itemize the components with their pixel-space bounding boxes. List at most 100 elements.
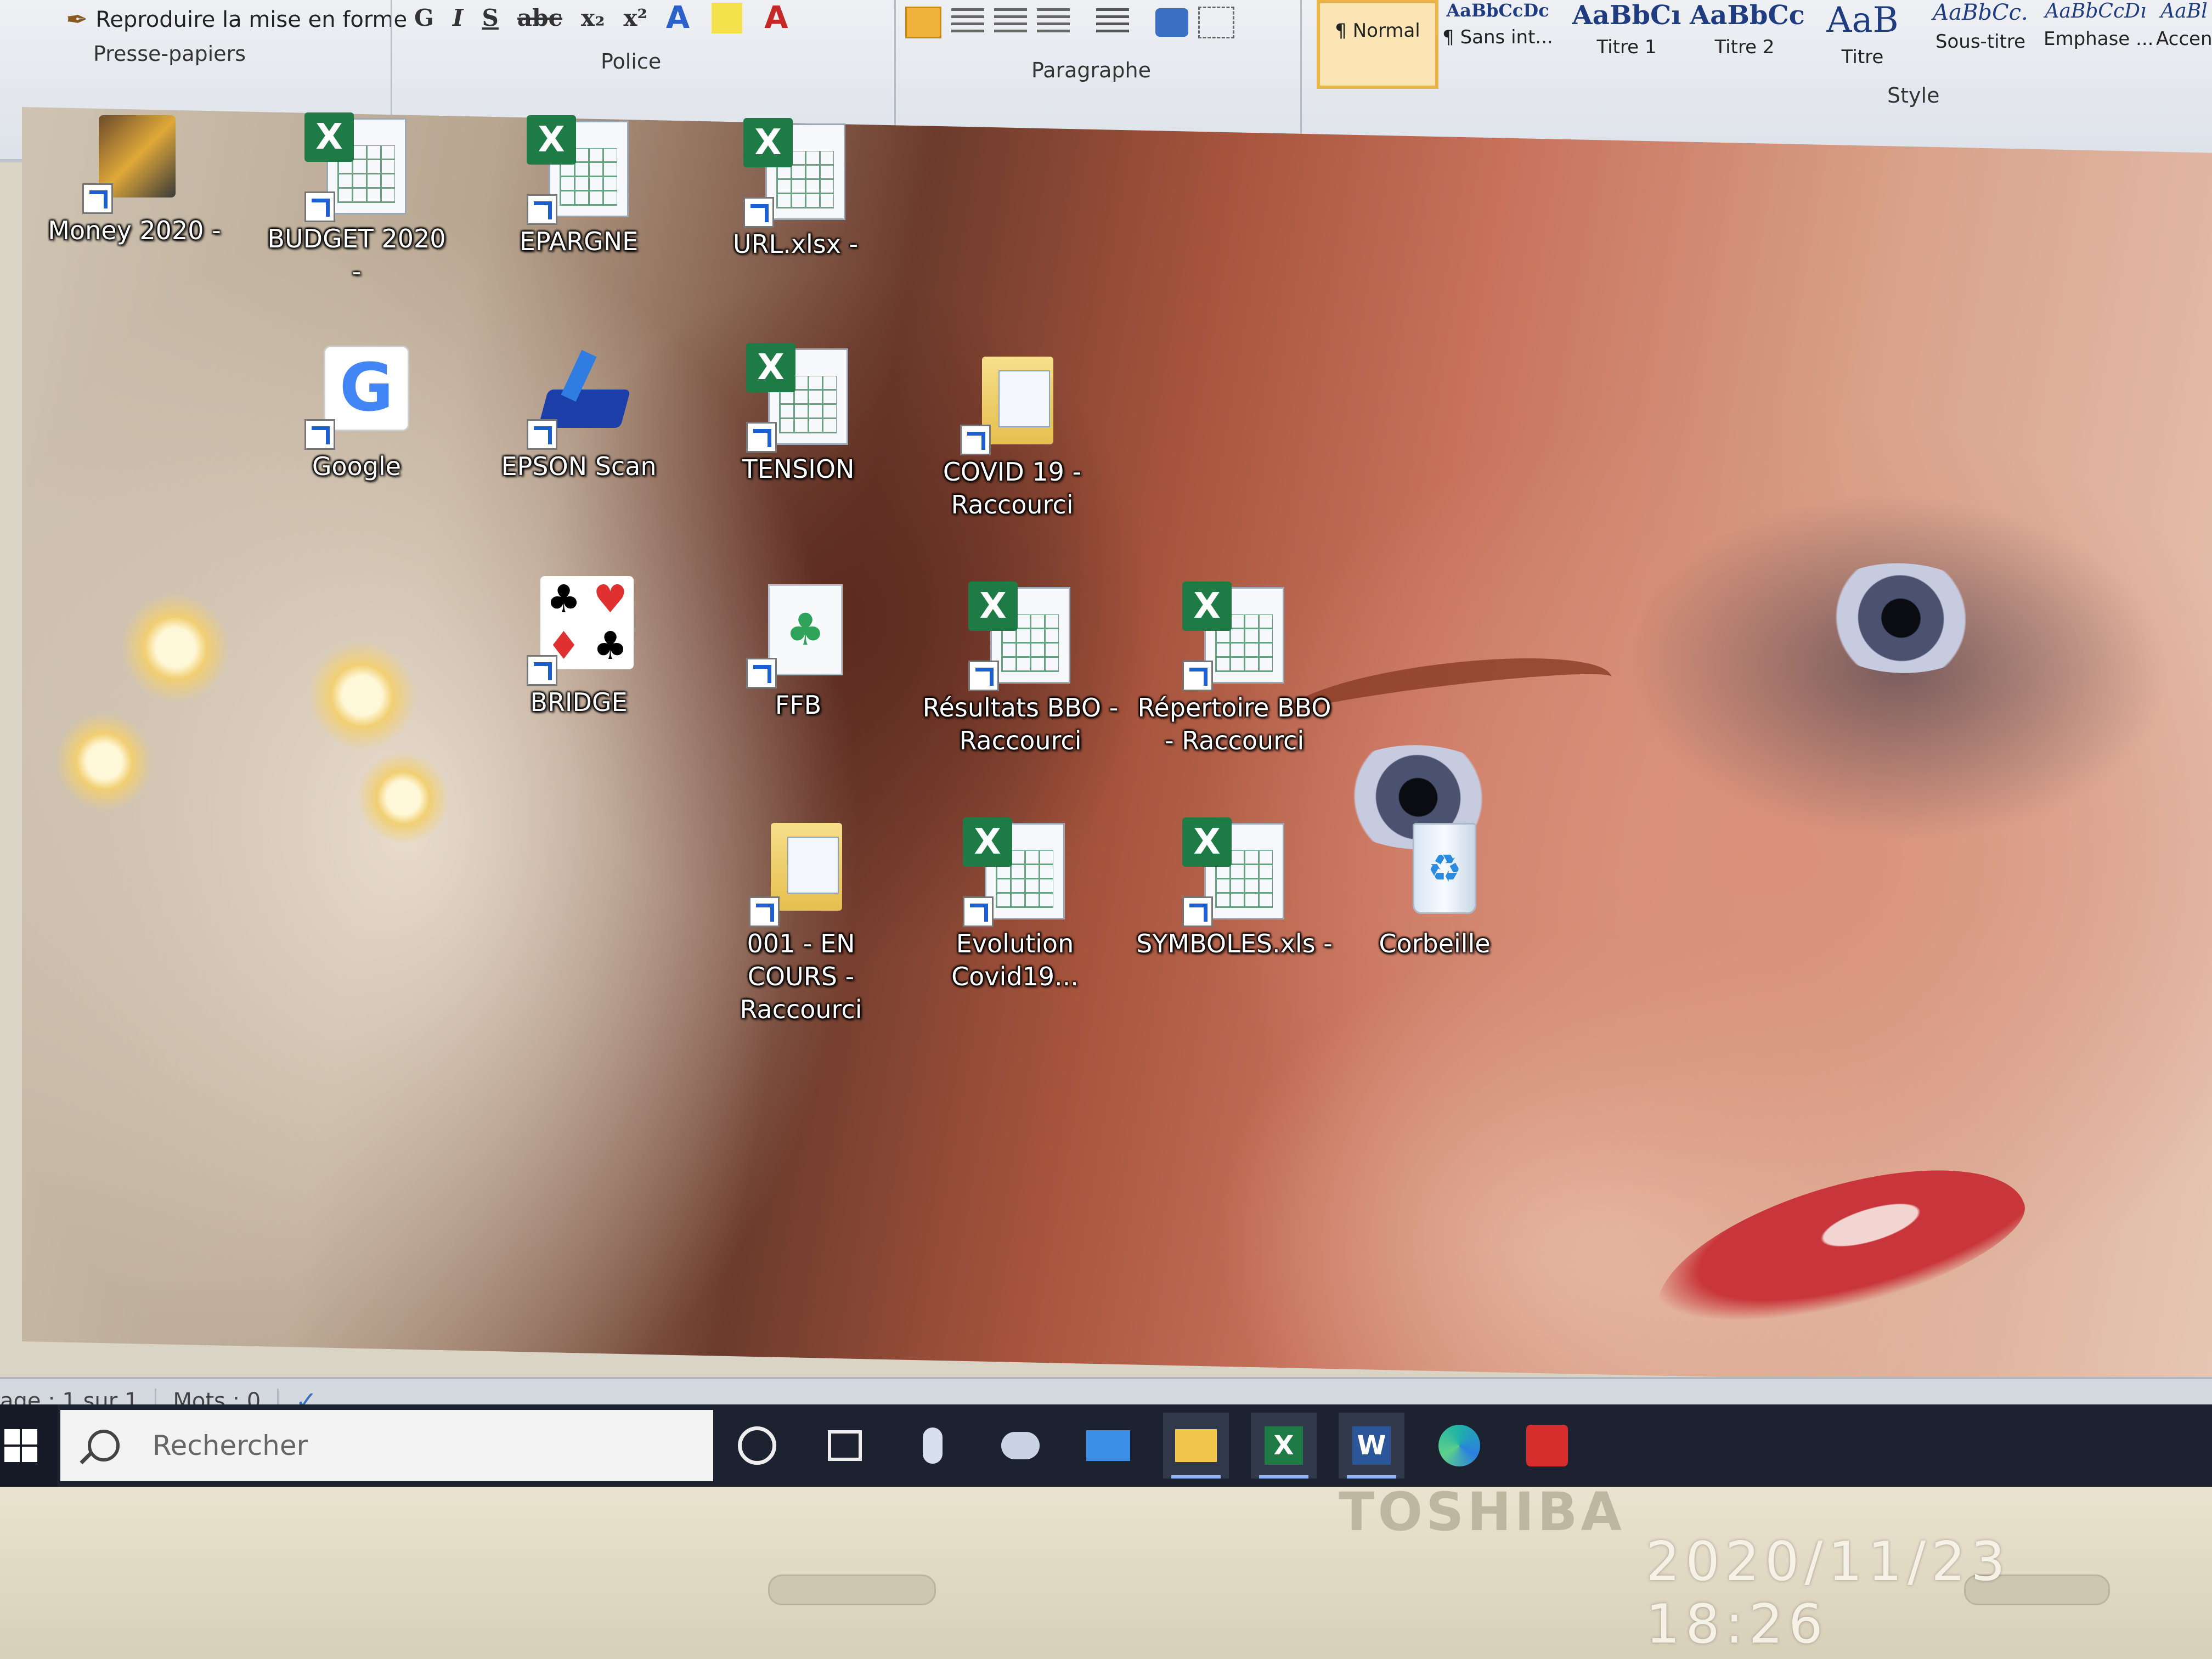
format-painter-button[interactable]: ✒ Reproduire la mise en forme — [66, 4, 407, 35]
desktop-icon-google[interactable]: G Google — [266, 340, 447, 483]
icon-label: Money 2020 - — [48, 216, 221, 245]
wallpaper-lips — [1637, 1134, 2039, 1361]
shortcut-arrow-icon — [743, 197, 774, 228]
style-name: ¶ Sans int... — [1442, 26, 1553, 48]
underline-button[interactable]: S — [482, 4, 499, 31]
text-effects-icon[interactable]: A — [666, 0, 690, 36]
desktop-icon-corbeille[interactable]: ♻ Corbeille — [1344, 817, 1525, 960]
style-sample: AaBbCcDc — [1446, 0, 1549, 21]
style-sample: AaB — [1826, 0, 1899, 41]
icon-label: 001 - EN COURS - Raccourci — [740, 929, 862, 1024]
icon-label: Corbeille — [1379, 929, 1491, 958]
desktop-icon-epargne[interactable]: X EPARGNE — [488, 115, 669, 258]
excel-file-icon: X — [527, 115, 631, 225]
shortcut-arrow-icon — [1182, 896, 1213, 927]
strikethrough-button[interactable]: abc — [517, 4, 562, 31]
wallpaper-bokeh — [55, 711, 154, 812]
format-painter-label: Reproduire la mise en forme — [95, 7, 408, 32]
align-right-icon[interactable] — [994, 8, 1027, 37]
style-subtitle[interactable]: AaBbCc. Sous-titre — [1926, 0, 2035, 82]
shortcut-arrow-icon — [304, 419, 335, 450]
microphone-icon[interactable] — [900, 1413, 966, 1479]
task-view-icon[interactable] — [812, 1413, 878, 1479]
photo: ✒ Reproduire la mise en forme Presse-pap… — [0, 0, 2212, 1659]
font-buttons: G I S abc x₂ x² A A — [414, 0, 788, 36]
icon-label: URL.xlsx - — [732, 229, 859, 259]
line-spacing-icon[interactable] — [1096, 8, 1129, 37]
icon-label: Résultats BBO - Raccourci — [922, 693, 1119, 755]
acrobat-icon[interactable] — [1514, 1413, 1580, 1479]
edge-icon[interactable] — [1426, 1413, 1492, 1479]
shortcut-arrow-icon — [746, 422, 777, 453]
ribbon-divider — [894, 0, 896, 143]
align-center-icon[interactable] — [951, 8, 984, 37]
style-name: ¶ Normal — [1335, 20, 1420, 42]
desktop-icon-001-en-cours[interactable]: 001 - EN COURS - Raccourci — [702, 817, 900, 1026]
bold-button[interactable]: G — [414, 4, 434, 31]
desktop-icon-money-2020[interactable]: Money 2020 - — [44, 104, 225, 247]
excel-file-icon: X — [743, 118, 848, 228]
cortana-icon[interactable] — [724, 1413, 790, 1479]
desktop-icon-url-xlsx[interactable]: X URL.xlsx - — [705, 118, 886, 261]
icon-label: TENSION — [742, 454, 855, 484]
excel-file-icon: X — [968, 582, 1073, 691]
search-icon — [88, 1430, 120, 1462]
style-name: Titre 1 — [1596, 36, 1657, 58]
ffb-club-icon: ♣ — [746, 579, 850, 689]
style-no-spacing[interactable]: AaBbCcDc ¶ Sans int... — [1440, 0, 1555, 82]
shortcut-arrow-icon — [527, 419, 557, 450]
wallpaper-eye — [1810, 561, 1991, 675]
font-color-icon[interactable]: A — [764, 0, 788, 36]
desktop-icon-evolution-covid19[interactable]: X Evolution Covid19... — [922, 817, 1108, 993]
style-heading-2[interactable]: AaBbCc Titre 2 — [1690, 0, 1805, 82]
wallpaper-bokeh — [121, 591, 230, 704]
desktop-icon-covid-19[interactable]: COVID 19 - Raccourci — [922, 346, 1103, 521]
icon-label: BRIDGE — [530, 687, 628, 717]
style-sample: AaBl — [2160, 0, 2208, 22]
style-accent[interactable]: AaBl Accen — [2156, 0, 2212, 82]
photos-icon[interactable] — [988, 1413, 1053, 1479]
subscript-button[interactable]: x₂ — [581, 4, 605, 31]
taskbar-search-box[interactable]: Rechercher — [60, 1410, 713, 1481]
style-emphasis[interactable]: AaBbCcDı Emphase ... — [2044, 0, 2154, 82]
style-title[interactable]: AaB Titre — [1808, 0, 1917, 82]
folder-icon — [749, 817, 853, 927]
icon-label: EPARGNE — [519, 227, 639, 256]
desktop-icon-budget-2020[interactable]: X BUDGET 2020 - — [266, 112, 447, 288]
desktop-icon-tension[interactable]: X TENSION — [708, 343, 889, 486]
desktop-icon-symboles-xls[interactable]: X SYMBOLES.xls - — [1130, 817, 1339, 960]
style-heading-1[interactable]: AaBbCı Titre 1 — [1569, 0, 1684, 82]
taskbar-apps: X W — [724, 1404, 1602, 1487]
excel-file-icon: X — [963, 817, 1067, 927]
style-sample: AaBbCı — [1572, 0, 1681, 31]
icon-label: COVID 19 - Raccourci — [943, 457, 1082, 520]
style-name: Emphase ... — [2044, 28, 2154, 50]
borders-icon[interactable] — [1198, 7, 1234, 38]
italic-button[interactable]: I — [453, 4, 464, 31]
desktop-icon-epson-scan[interactable]: EPSON Scan — [488, 340, 669, 483]
justify-icon[interactable] — [1037, 8, 1070, 37]
card-suits-icon: ♣ ♥ ♦ ♣ — [527, 576, 634, 686]
shortcut-arrow-icon — [304, 191, 335, 222]
icon-label: SYMBOLES.xls - — [1136, 929, 1333, 958]
paintbrush-icon: ✒ — [66, 4, 88, 35]
excel-icon[interactable]: X — [1251, 1413, 1317, 1479]
desktop-icon-ffb[interactable]: ♣ FFB — [708, 579, 889, 721]
superscript-button[interactable]: x² — [623, 4, 647, 31]
shading-icon[interactable] — [1155, 8, 1188, 37]
start-button[interactable] — [0, 1404, 58, 1487]
highlight-icon[interactable] — [712, 2, 743, 33]
align-left-icon[interactable] — [905, 7, 941, 38]
shortcut-arrow-icon — [749, 896, 780, 927]
laptop-hinge — [768, 1575, 936, 1605]
style-normal[interactable]: ¶ Normal — [1317, 0, 1438, 89]
desktop-icon-resultats-bbo[interactable]: X Résultats BBO - Raccourci — [922, 582, 1119, 757]
desktop-icon-repertoire-bbo[interactable]: X Répertoire BBO - Raccourci — [1130, 582, 1339, 757]
taskbar: Rechercher X W — [0, 1404, 2212, 1487]
file-explorer-icon[interactable] — [1163, 1413, 1229, 1479]
word-icon[interactable]: W — [1339, 1413, 1404, 1479]
mail-icon[interactable] — [1075, 1413, 1141, 1479]
shortcut-arrow-icon — [960, 425, 991, 455]
desktop-icon-bridge[interactable]: ♣ ♥ ♦ ♣ BRIDGE — [488, 576, 669, 719]
photo-timestamp: 2020/11/23 18:26 — [1646, 1531, 2011, 1656]
